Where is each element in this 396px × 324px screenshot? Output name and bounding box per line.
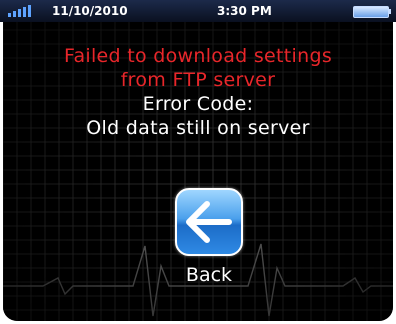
main-screen: Failed to download settings from FTP ser…	[3, 16, 393, 321]
status-bar: 11/10/2010 3:30 PM	[0, 0, 396, 22]
battery-icon	[353, 6, 389, 18]
status-date: 11/10/2010	[52, 4, 128, 18]
error-code-value: Old data still on server	[86, 117, 310, 139]
battery-tip	[388, 9, 391, 14]
signal-bars-icon	[8, 5, 34, 17]
error-code-label: Error Code:	[142, 93, 254, 115]
status-time: 3:30 PM	[217, 4, 272, 18]
error-message-line-1: Failed to download settings	[63, 45, 333, 67]
back-button[interactable]	[175, 188, 243, 256]
back-arrow-icon	[186, 201, 232, 243]
device-screen: 11/10/2010 3:30 PM Failed to download se…	[0, 0, 396, 324]
back-button-label[interactable]: Back	[158, 264, 260, 286]
error-message-line-2: from FTP server	[120, 69, 276, 91]
